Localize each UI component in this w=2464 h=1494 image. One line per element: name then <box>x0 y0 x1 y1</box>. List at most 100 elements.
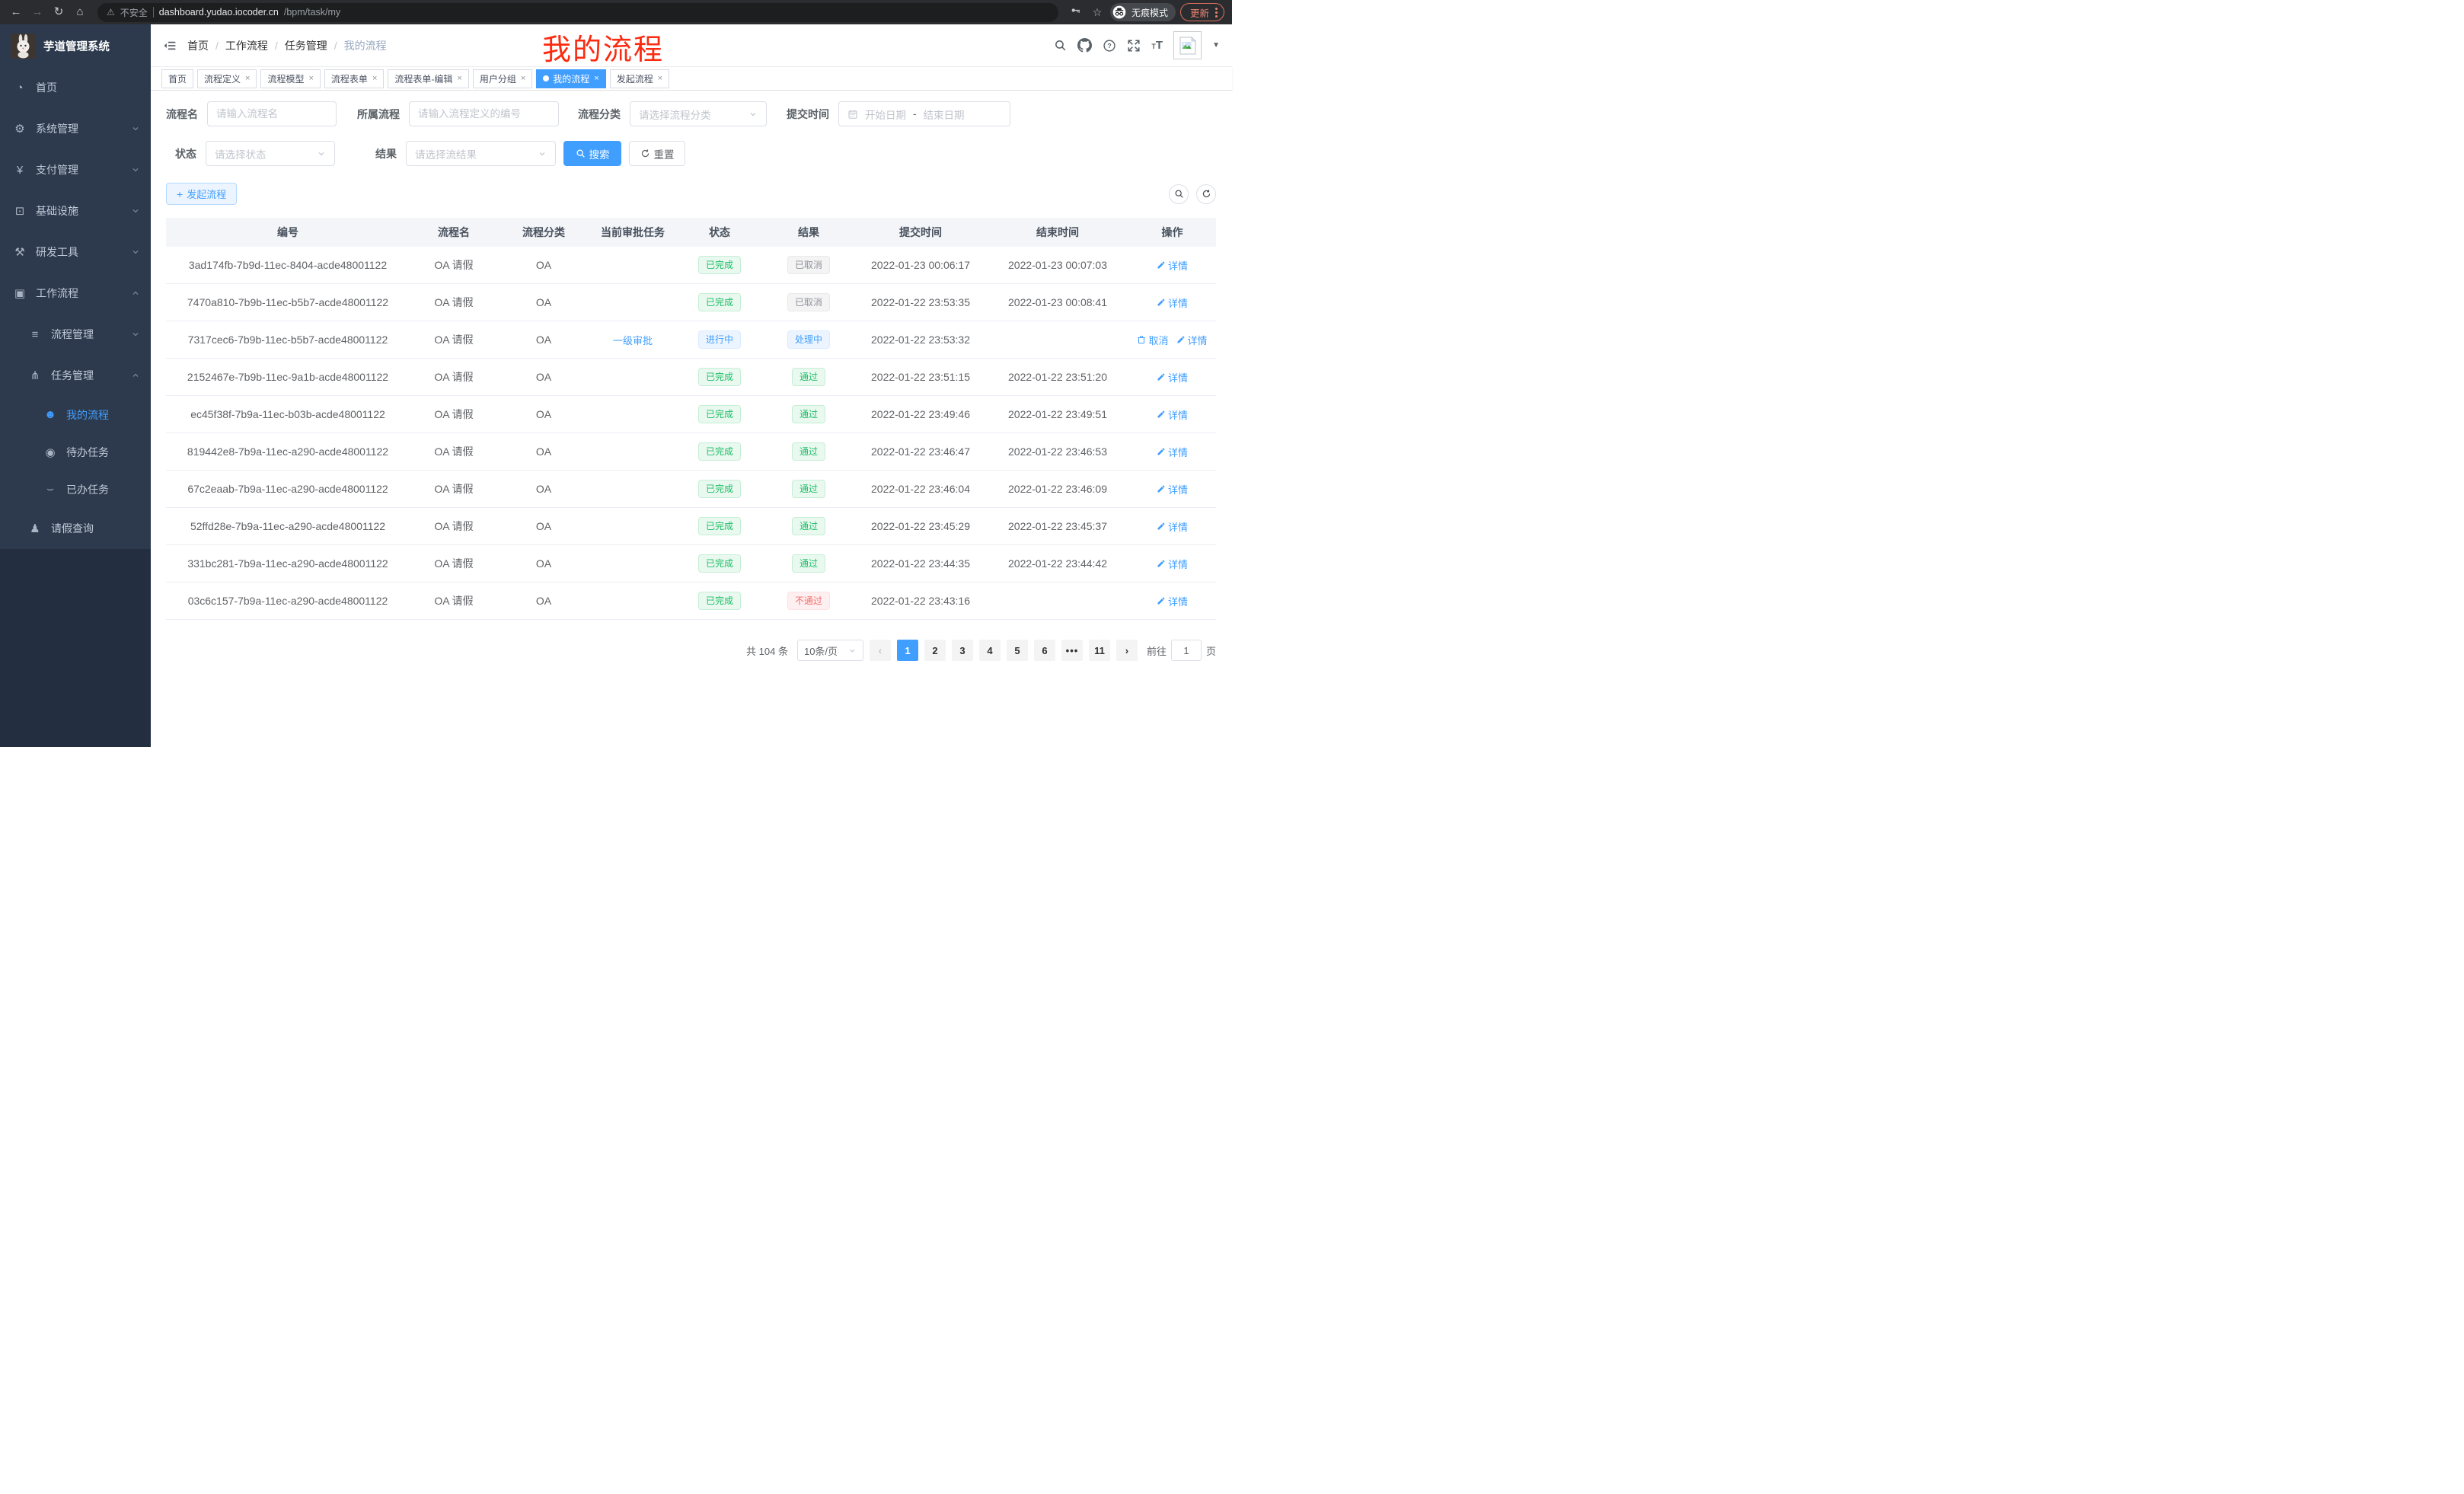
browser-update-button[interactable]: 更新 <box>1180 3 1224 21</box>
detail-action-link[interactable]: 详情 <box>1157 295 1188 310</box>
next-page-button[interactable]: › <box>1116 640 1138 661</box>
page-button-6[interactable]: 6 <box>1034 640 1055 661</box>
page-button-4[interactable]: 4 <box>979 640 1001 661</box>
sidebar-item-5[interactable]: ▣工作流程 <box>0 273 151 314</box>
close-tab-icon[interactable]: × <box>594 74 598 83</box>
page-button-3[interactable]: 3 <box>952 640 973 661</box>
logo-row[interactable]: 芋道管理系统 <box>0 24 151 67</box>
page-button-2[interactable]: 2 <box>924 640 946 661</box>
detail-action-link[interactable]: 详情 <box>1157 445 1188 459</box>
sidebar-item-2[interactable]: ¥支付管理 <box>0 149 151 190</box>
user-menu-caret-icon[interactable]: ▼ <box>1212 41 1220 49</box>
close-tab-icon[interactable]: × <box>308 74 313 83</box>
tab-0[interactable]: 首页 <box>161 69 193 88</box>
face-icon: ☻ <box>43 408 57 421</box>
reset-button[interactable]: 重置 <box>629 141 685 166</box>
browser-back-icon[interactable]: ← <box>8 4 24 21</box>
sidebar-item-8[interactable]: ☻我的流程 <box>0 396 151 433</box>
tab-5[interactable]: 用户分组× <box>473 69 532 88</box>
prev-page-button[interactable]: ‹ <box>870 640 891 661</box>
tab-2[interactable]: 流程模型× <box>260 69 320 88</box>
category-select[interactable]: 请选择流程分类 <box>630 101 767 126</box>
detail-action-link[interactable]: 详情 <box>1157 407 1188 422</box>
detail-action-link[interactable]: 详情 <box>1157 519 1188 534</box>
cancel-action-link[interactable]: 取消 <box>1137 333 1168 347</box>
process-name-input[interactable] <box>207 101 337 126</box>
browser-reload-icon[interactable]: ↻ <box>50 4 67 21</box>
browser-home-icon[interactable]: ⌂ <box>72 4 88 21</box>
create-process-button[interactable]: + 发起流程 <box>166 183 237 205</box>
tab-4[interactable]: 流程表单-编辑× <box>388 69 468 88</box>
detail-action-link[interactable]: 详情 <box>1157 370 1188 385</box>
close-tab-icon[interactable]: × <box>457 74 461 83</box>
tab-6[interactable]: 我的流程× <box>536 69 605 88</box>
status-badge: 进行中 <box>698 330 741 349</box>
status-badge: 已完成 <box>698 480 741 498</box>
close-tab-icon[interactable]: × <box>521 74 525 83</box>
sidebar-item-11[interactable]: ♟请假查询 <box>0 508 151 549</box>
key-icon[interactable] <box>1068 4 1084 21</box>
fullscreen-icon[interactable] <box>1127 39 1141 53</box>
breadcrumb-workflow[interactable]: 工作流程 <box>225 38 268 53</box>
page-size-select[interactable]: 10条/页 <box>797 640 863 661</box>
incognito-badge: 无痕模式 <box>1110 3 1176 21</box>
toggle-search-button[interactable] <box>1169 184 1189 204</box>
sidebar-item-9[interactable]: ◉待办任务 <box>0 433 151 471</box>
sidebar-item-1[interactable]: ⚙系统管理 <box>0 108 151 149</box>
tab-7[interactable]: 发起流程× <box>610 69 669 88</box>
goto-page-input[interactable] <box>1171 640 1202 661</box>
page-ellipsis[interactable]: ••• <box>1061 640 1083 661</box>
breadcrumb-task-mgmt[interactable]: 任务管理 <box>285 38 327 53</box>
page-button-5[interactable]: 5 <box>1007 640 1028 661</box>
tab-1[interactable]: 流程定义× <box>197 69 257 88</box>
cell-end-time: 2022-01-22 23:45:37 <box>987 520 1128 532</box>
detail-action-link[interactable]: 详情 <box>1157 557 1188 571</box>
font-size-icon[interactable]: TT <box>1151 39 1163 52</box>
bookmark-star-icon[interactable]: ☆ <box>1089 4 1106 21</box>
address-bar[interactable]: ⚠ 不安全 dashboard.yudao.iocoder.cn/bpm/tas… <box>97 3 1058 22</box>
sidebar-item-0[interactable]: ◔首页 <box>0 67 151 108</box>
collapse-sidebar-icon[interactable] <box>163 39 177 53</box>
cell-status: 进行中 <box>676 330 763 349</box>
submit-time-range-picker[interactable]: 开始日期 - 结束日期 <box>838 101 1010 126</box>
cell-status: 已完成 <box>676 554 763 573</box>
cell-status: 已完成 <box>676 256 763 274</box>
header-search-icon[interactable] <box>1054 39 1067 52</box>
update-label: 更新 <box>1190 5 1209 20</box>
user-avatar[interactable] <box>1173 31 1202 59</box>
close-tab-icon[interactable]: × <box>245 74 250 83</box>
browser-menu-icon[interactable] <box>1215 8 1218 18</box>
github-icon[interactable] <box>1077 38 1092 53</box>
browser-forward-icon[interactable]: → <box>29 4 46 21</box>
cell-process-name: OA 请假 <box>410 369 498 385</box>
search-button[interactable]: 搜索 <box>563 141 621 166</box>
status-select[interactable]: 请选择状态 <box>206 141 335 166</box>
sidebar-item-6[interactable]: ≡流程管理 <box>0 314 151 355</box>
refresh-table-button[interactable] <box>1196 184 1216 204</box>
sidebar-item-3[interactable]: ⊡基础设施 <box>0 190 151 231</box>
detail-action-link[interactable]: 详情 <box>1176 333 1208 347</box>
close-tab-icon[interactable]: × <box>372 74 377 83</box>
close-tab-icon[interactable]: × <box>658 74 662 83</box>
page-button-1[interactable]: 1 <box>897 640 918 661</box>
table-row: 7470a810-7b9b-11ec-b5b7-acde48001122OA 请… <box>166 284 1216 321</box>
cell-category: OA <box>498 595 589 607</box>
sidebar-item-7[interactable]: ⋔任务管理 <box>0 355 151 396</box>
not-secure-icon: ⚠ <box>107 7 115 18</box>
current-task-link[interactable]: 一级审批 <box>613 333 653 347</box>
process-definition-input[interactable] <box>409 101 559 126</box>
tab-3[interactable]: 流程表单× <box>324 69 384 88</box>
detail-action-link[interactable]: 详情 <box>1157 258 1188 273</box>
sidebar-item-label: 基础设施 <box>36 203 131 219</box>
detail-action-link[interactable]: 详情 <box>1157 482 1188 496</box>
help-icon[interactable]: ? <box>1103 39 1116 53</box>
sidebar-item-10[interactable]: ⌣已办任务 <box>0 471 151 508</box>
cell-end-time: 2022-01-23 00:07:03 <box>987 259 1128 271</box>
result-select[interactable]: 请选择流结果 <box>406 141 556 166</box>
detail-action-link[interactable]: 详情 <box>1157 594 1188 608</box>
breadcrumb-home[interactable]: 首页 <box>187 38 209 53</box>
page-button-11[interactable]: 11 <box>1089 640 1110 661</box>
sidebar-item-4[interactable]: ⚒研发工具 <box>0 231 151 273</box>
table-toolbar: + 发起流程 <box>166 183 1216 205</box>
cell-actions: 详情 <box>1128 557 1216 571</box>
